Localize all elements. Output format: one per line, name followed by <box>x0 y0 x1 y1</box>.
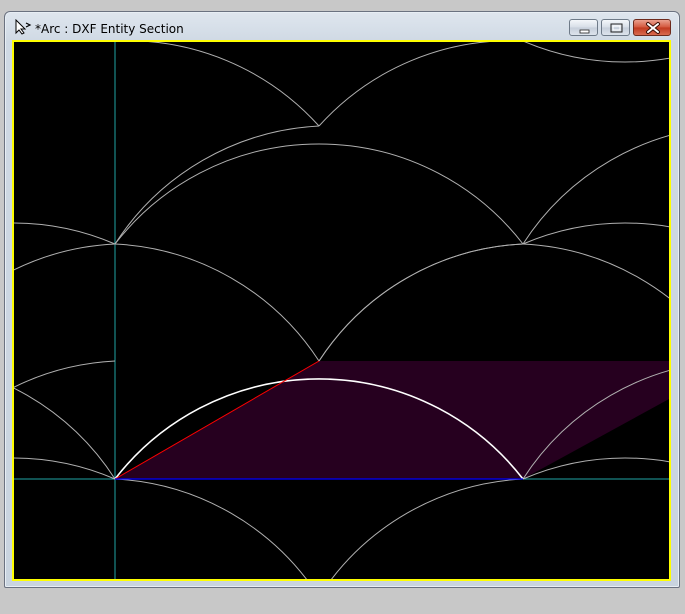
close-icon <box>646 22 660 34</box>
grid-arc <box>522 135 669 245</box>
drawing-canvas[interactable] <box>12 40 671 581</box>
title-bar[interactable]: *Arc : DXF Entity Section <box>5 12 679 41</box>
grid-arc <box>522 222 669 245</box>
maximize-icon <box>610 23 623 33</box>
cursor-arrow-icon[interactable] <box>14 18 32 35</box>
grid-arc <box>14 243 116 271</box>
grid-arc <box>146 42 320 127</box>
grid-arc <box>318 243 524 362</box>
grid-arc <box>522 243 669 299</box>
grid-arc <box>114 478 307 579</box>
grid-arc <box>14 457 116 480</box>
app-window: *Arc : DXF Entity Section <box>4 11 680 588</box>
grid-arcs <box>14 42 669 579</box>
grid-arc <box>14 387 116 480</box>
grid-arc <box>318 243 524 362</box>
grid-arc <box>14 222 116 245</box>
grid-arc <box>114 143 524 245</box>
grid-arc <box>14 360 116 388</box>
window-title: *Arc : DXF Entity Section <box>35 22 184 36</box>
grid-arc <box>114 243 320 362</box>
minimize-icon <box>579 29 590 34</box>
grid-arc <box>318 42 492 127</box>
minimize-button[interactable] <box>569 19 598 36</box>
grid-arc <box>331 478 524 579</box>
close-button[interactable] <box>633 19 671 36</box>
grid-arc <box>524 42 669 63</box>
grid-arc <box>114 125 320 245</box>
maximize-button[interactable] <box>601 19 630 36</box>
